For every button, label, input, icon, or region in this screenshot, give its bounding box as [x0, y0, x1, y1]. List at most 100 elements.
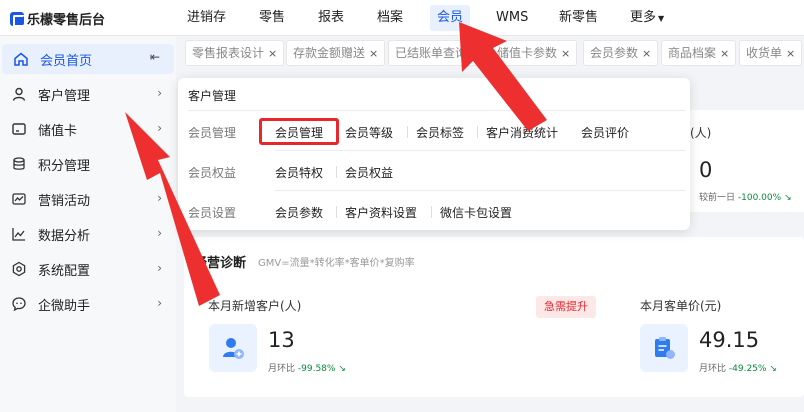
urgent-badge: 急需提升 [536, 296, 596, 318]
sidebar-item-label: 系统配置 [38, 263, 91, 279]
tab-member-params[interactable]: 会员参数 × [583, 40, 659, 66]
customer-management-menu: 客户管理 会员管理 会员管理 会员等级 会员标签 客户消费统计 会员评价 会员权… [178, 78, 690, 230]
group-label-member-management: 会员管理 [188, 126, 237, 140]
close-icon[interactable]: × [471, 47, 480, 60]
daily-stat-card: (人) 0 较前一日 -100.00% ↘ [690, 110, 804, 212]
menu-title: 客户管理 [188, 89, 237, 103]
stat-value: 0 [699, 158, 713, 182]
chart-icon [10, 225, 28, 243]
tab-label: 会员参数 [590, 46, 639, 60]
sidebar-item-label: 会员首页 [40, 53, 93, 69]
group-label-member-rights: 会员权益 [188, 166, 237, 180]
compare-pct: -99.58% [297, 364, 336, 374]
compare-label: 月环比 [268, 364, 296, 374]
tab-receipt[interactable]: 收货单 × [739, 40, 803, 66]
sidebar-item-marketing[interactable]: 营销活动 › [0, 184, 176, 214]
close-icon[interactable]: × [720, 47, 729, 60]
tab-label: 商品档案 [668, 46, 717, 60]
compare-label: 较前一日 [699, 193, 736, 203]
nav-wms[interactable]: WMS [496, 0, 528, 36]
sidebar-item-label: 企微助手 [38, 298, 91, 314]
menu-item-member-privileges[interactable]: 会员特权 [275, 164, 323, 181]
chevron-down-icon: ▼ [658, 14, 665, 23]
tab-settled-bills[interactable]: 已结账单查询 × [388, 40, 488, 66]
tab-label: 存款金额赠送 [293, 46, 366, 60]
compare-pct: -100.00% [737, 193, 782, 203]
open-tabs-bar: 零售报表设计 × 存款金额赠送 × 已结账单查询 × 储值卡参数 × 会员参数 × 商品档… [182, 40, 804, 68]
menu-item-member-params[interactable]: 会员参数 [275, 204, 323, 221]
sidebar-item-customer[interactable]: 客户管理 › [0, 79, 176, 109]
avg-order-compare: 月环比 -49.25% ↘ [699, 361, 777, 374]
sidebar-item-label: 储值卡 [38, 123, 78, 139]
tab-label: 储值卡参数 [497, 46, 558, 60]
logo-icon [10, 11, 25, 27]
highlight-box [259, 118, 339, 145]
collapse-sidebar-icon[interactable]: ⇤ [150, 50, 160, 64]
nav-retail[interactable]: 零售 [259, 0, 285, 36]
tab-label: 收货单 [746, 46, 783, 60]
activity-icon [10, 190, 28, 208]
close-icon[interactable]: × [369, 47, 378, 60]
nav-member[interactable]: 会员 [430, 5, 471, 31]
new-customer-icon [209, 324, 257, 372]
stat-compare: 较前一日 -100.00% ↘ [699, 190, 792, 203]
nav-reports[interactable]: 报表 [318, 0, 344, 36]
close-icon[interactable]: × [786, 47, 795, 60]
sidebar-item-label: 积分管理 [38, 158, 91, 174]
compare-label: 月环比 [699, 364, 727, 374]
tab-stored-card-params[interactable]: 储值卡参数 × [490, 40, 578, 66]
tab-retail-report-design[interactable]: 零售报表设计 × [185, 40, 285, 66]
divider [275, 190, 686, 191]
tab-label: 零售报表设计 [192, 46, 265, 60]
divider [188, 110, 686, 111]
menu-item-member-level[interactable]: 会员等级 [345, 124, 393, 141]
menu-item-member-reviews[interactable]: 会员评价 [581, 124, 629, 141]
nav-more[interactable]: 更多 ▼ [630, 0, 664, 36]
menu-item-member-benefits[interactable]: 会员权益 [345, 164, 393, 181]
app-logo[interactable]: 乐檬零售后台 [10, 9, 105, 28]
order-value-icon [640, 324, 688, 372]
menu-item-wechat-card-settings[interactable]: 微信卡包设置 [440, 204, 512, 221]
sidebar-item-label: 数据分析 [38, 228, 91, 244]
nav-jinxiaocun[interactable]: 进销存 [187, 0, 226, 36]
nav-archives[interactable]: 档案 [377, 0, 403, 36]
divider [336, 206, 337, 218]
close-icon[interactable]: × [561, 47, 570, 60]
tab-deposit-gift[interactable]: 存款金额赠送 × [286, 40, 386, 66]
tab-label: 已结账单查询 [395, 46, 468, 60]
top-bar: 乐檬零售后台 进销存 零售 报表 档案 会员 WMS 新零售 更多 ▼ [0, 0, 804, 36]
sidebar-item-wecom-assistant[interactable]: 企微助手 › [0, 289, 176, 319]
trend-down-icon: ↘ [784, 193, 792, 203]
divider [477, 126, 478, 138]
sidebar-item-stored-value[interactable]: 储值卡 › [0, 114, 176, 144]
nav-new-retail[interactable]: 新零售 [559, 0, 598, 36]
home-icon [12, 50, 30, 68]
diagnosis-formula: GMV=流量*转化率*客单价*复购率 [258, 258, 415, 269]
divider [407, 126, 408, 138]
new-customers-compare: 月环比 -99.58% ↘ [268, 361, 346, 374]
new-customers-value: 13 [268, 328, 295, 352]
sidebar-item-data-analysis[interactable]: 数据分析 › [0, 219, 176, 249]
close-icon[interactable]: × [642, 47, 651, 60]
diagnosis-title: 经营诊断 [194, 256, 247, 271]
sidebar-item-system-config[interactable]: 系统配置 › [0, 254, 176, 284]
menu-item-consumption-stats[interactable]: 客户消费统计 [486, 124, 558, 141]
sidebar: 会员首页 ⇤ 客户管理 › 储值卡 › 积分管理 营销活动 › 数据分析 › 系… [0, 36, 176, 412]
chevron-right-icon: › [157, 121, 162, 135]
close-icon[interactable]: × [268, 47, 277, 60]
coins-icon [10, 155, 28, 173]
tab-product-archive[interactable]: 商品档案 × [661, 40, 737, 66]
divider [336, 166, 337, 178]
chat-icon [10, 295, 28, 313]
chevron-right-icon: › [157, 261, 162, 275]
card-icon [10, 120, 28, 138]
sidebar-item-points[interactable]: 积分管理 [0, 149, 176, 179]
divider [431, 206, 432, 218]
menu-item-customer-profile-settings[interactable]: 客户资料设置 [345, 204, 417, 221]
sidebar-item-member-home[interactable]: 会员首页 ⇤ [2, 44, 174, 74]
app-title: 乐檬零售后台 [27, 13, 106, 28]
chevron-right-icon: › [157, 191, 162, 205]
nav-more-label: 更多 [630, 10, 657, 25]
menu-item-member-tags[interactable]: 会员标签 [416, 124, 464, 141]
sidebar-item-label: 营销活动 [38, 193, 91, 209]
